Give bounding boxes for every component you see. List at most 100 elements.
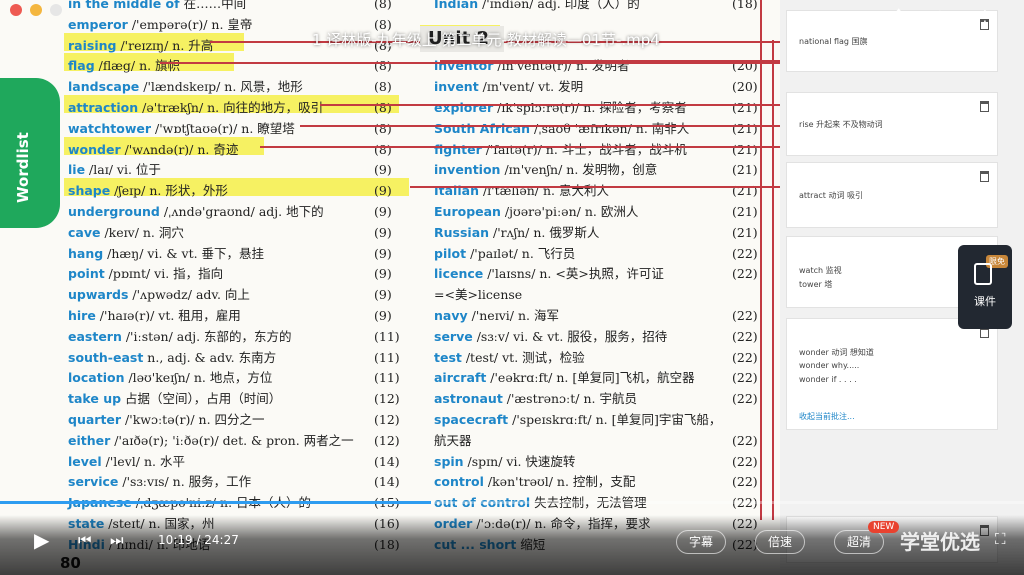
entry-word: attraction bbox=[68, 100, 139, 115]
right-entry: navy /'neɪvi/ n. 海军 (22) bbox=[434, 306, 772, 326]
right-entry: aircraft /'eəkrɑːft/ n. [单复同]飞机，航空器 (22) bbox=[434, 368, 772, 388]
entry-page: (22) bbox=[732, 328, 758, 344]
entry-definition: /flæg/ n. 旗帜 bbox=[94, 58, 181, 74]
entry-definition: /ləʊ'keɪʃn/ n. 地点，方位 bbox=[124, 370, 273, 386]
entry-definition: /'wʌndə(r)/ n. 奇迹 bbox=[120, 141, 239, 157]
video-stage[interactable]: Wordlist in the middle of 在……中间 (8) empero… bbox=[0, 0, 1024, 575]
annotation-line bbox=[260, 146, 780, 148]
entry-page: (22) bbox=[732, 308, 758, 323]
entry-page: (8) bbox=[374, 141, 392, 157]
entry-page: (22) bbox=[732, 266, 758, 282]
left-entry: service /'sɜːvɪs/ n. 服务，工作 (14) bbox=[68, 472, 414, 492]
courseware-button[interactable]: 限免 课件 bbox=[958, 245, 1012, 329]
right-entry: invent /ɪn'vent/ vt. 发明 (20) bbox=[434, 77, 772, 97]
current-time: 10:19 bbox=[158, 533, 193, 547]
entry-page: (21) bbox=[732, 224, 758, 240]
left-entry: quarter /'kwɔːtə(r)/ n. 四分之一 (12) bbox=[68, 410, 414, 430]
entry-word: pilot bbox=[434, 245, 467, 261]
entry-definition: /'empərə(r)/ n. 皇帝 bbox=[127, 16, 253, 32]
entry-page: (9) bbox=[374, 308, 392, 323]
share-icon[interactable]: ⤴ bbox=[885, 6, 905, 26]
entry-definition: /test/ vt. 测试，检验 bbox=[461, 349, 585, 365]
brand-logo: 学堂优选 bbox=[900, 530, 980, 554]
entry-definition: /'reɪzɪŋ/ n. 升高 bbox=[116, 37, 214, 53]
entry-word: flag bbox=[68, 58, 95, 74]
entry-word: navy bbox=[434, 308, 468, 323]
annotation-card[interactable]: rise 升起来 不及物动词 bbox=[786, 92, 998, 156]
entry-definition: /'lændskeɪp/ n. 风景，地形 bbox=[139, 79, 303, 95]
right-entry: European /jʊərə'piːən/ n. 欧洲人 (21) bbox=[434, 202, 772, 222]
trash-icon[interactable] bbox=[980, 101, 989, 112]
annotation-text: watch 监视 bbox=[799, 266, 842, 275]
entry-page: (8) bbox=[374, 100, 392, 115]
entry-definition: /'wɒtʃtaʊə(r)/ n. 瞭望塔 bbox=[151, 120, 295, 136]
annotation-card[interactable]: attract 动词 吸引 bbox=[786, 162, 998, 228]
next-icon[interactable]: ⏭ bbox=[110, 531, 124, 549]
entry-definition: /keɪv/ n. 洞穴 bbox=[100, 224, 184, 240]
entry-definition: /'neɪvi/ n. 海军 bbox=[467, 308, 559, 323]
left-entry: landscape /'lændskeɪp/ n. 风景，地形 (8) bbox=[68, 77, 414, 97]
fullscreen-icon[interactable]: ⛶ bbox=[995, 530, 1006, 548]
book-icon bbox=[974, 263, 992, 285]
entry-page: (8) bbox=[374, 58, 392, 74]
entry-definition: /'kwɔːtə(r)/ n. 四分之一 bbox=[121, 412, 265, 427]
annotation-text: rise 升起来 不及物动词 bbox=[799, 120, 883, 129]
entry-definition: /'ɪndiən/ adj. 印度（人）的 bbox=[478, 0, 640, 11]
quality-button[interactable]: 超清 bbox=[834, 530, 885, 554]
entry-word: explorer bbox=[434, 100, 494, 115]
minimize-dot[interactable] bbox=[30, 4, 42, 16]
annotation-card[interactable]: wonder 动词 想知道 wonder why..... wonder if . … bbox=[786, 318, 998, 430]
trash-icon[interactable] bbox=[980, 171, 989, 182]
play-icon[interactable]: ▶ bbox=[34, 528, 49, 552]
entry-page: (21) bbox=[732, 100, 758, 115]
entry-page: (14) bbox=[374, 474, 400, 490]
close-dot[interactable] bbox=[10, 4, 22, 16]
entry-definition: /ɪn'venʃn/ n. 发明物，创意 bbox=[500, 162, 658, 178]
entry-definition: =<美>license bbox=[434, 287, 523, 303]
zoom-dot[interactable] bbox=[50, 4, 62, 16]
entry-definition: /ʃeɪp/ n. 形状，外形 bbox=[110, 183, 228, 199]
left-entry: take up 占据（空间），占用（时间） (12) bbox=[68, 389, 414, 409]
entry-page: (11) bbox=[374, 349, 400, 365]
left-entry: south-east n., adj. & adv. 东南方 (11) bbox=[68, 348, 414, 368]
entry-page: (9) bbox=[374, 183, 392, 199]
entry-word: European bbox=[434, 204, 501, 219]
right-entry: South African /ˌsaʊθ 'æfrɪkən/ n. 南非人 (21… bbox=[434, 119, 772, 139]
left-entry: wonder /'wʌndə(r)/ n. 奇迹 (8) bbox=[68, 140, 414, 160]
video-title: 1 译林版-九年级上 第二单元-教材解读—01节-.mp4 bbox=[312, 31, 660, 49]
entry-definition: /'æstrənɔːt/ n. 宇航员 bbox=[502, 391, 637, 407]
entry-page: (22) bbox=[732, 432, 758, 448]
speed-button[interactable]: 倍速 bbox=[755, 530, 806, 554]
previous-icon[interactable]: ⏮ bbox=[78, 531, 92, 549]
entry-word: emperor bbox=[68, 16, 128, 32]
more-icon[interactable]: ⋮ bbox=[975, 6, 995, 26]
entry-word: take up bbox=[68, 391, 122, 407]
entry-definition: /ˌsaʊθ 'æfrɪkən/ n. 南非人 bbox=[530, 120, 690, 136]
wordlist-tab: Wordlist bbox=[0, 78, 60, 228]
collapse-annotation-link[interactable]: 收起当前批注... bbox=[799, 411, 855, 422]
entry-page: (18) bbox=[732, 0, 758, 11]
entry-page: (22) bbox=[732, 349, 758, 365]
entry-definition: /'aɪðə(r); 'iːðə(r)/ det. & pron. 两者之一 bbox=[110, 432, 354, 448]
download-icon[interactable]: ⤓ bbox=[930, 6, 950, 26]
entry-definition: /hæŋ/ vi. & vt. 垂下，悬挂 bbox=[103, 245, 265, 261]
entry-page: (9) bbox=[374, 245, 392, 261]
entry-page: (8) bbox=[374, 120, 392, 136]
entry-definition: /jʊərə'piːən/ n. 欧洲人 bbox=[500, 204, 639, 219]
right-entry: spacecraft /'speɪskrɑːft/ n. [单复同]宇宙飞船， bbox=[434, 410, 772, 430]
entry-definition: /'rʌʃn/ n. 俄罗斯人 bbox=[489, 224, 600, 240]
entry-definition: /ɪk'splɔːrə(r)/ n. 探险者，考察者 bbox=[493, 100, 687, 115]
entry-page: (11) bbox=[374, 328, 400, 344]
entry-page: (9) bbox=[374, 224, 392, 240]
entry-definition: n., adj. & adv. 东南方 bbox=[143, 349, 277, 365]
left-entry: watchtower /'wɒtʃtaʊə(r)/ n. 瞭望塔 (8) bbox=[68, 119, 414, 139]
subtitle-button[interactable]: 字幕 bbox=[676, 530, 727, 554]
entry-page: (9) bbox=[374, 287, 392, 303]
annotation-text: wonder why..... bbox=[799, 361, 860, 370]
entry-page: (22) bbox=[732, 245, 758, 261]
entry-word: level bbox=[68, 453, 102, 469]
annotation-line bbox=[440, 60, 780, 62]
entry-word: aircraft bbox=[434, 370, 487, 386]
left-entry: attraction /ə'trækʃn/ n. 向往的地方，吸引 (8) bbox=[68, 98, 414, 118]
left-entry: eastern /'iːstən/ adj. 东部的，东方的 (11) bbox=[68, 327, 414, 347]
